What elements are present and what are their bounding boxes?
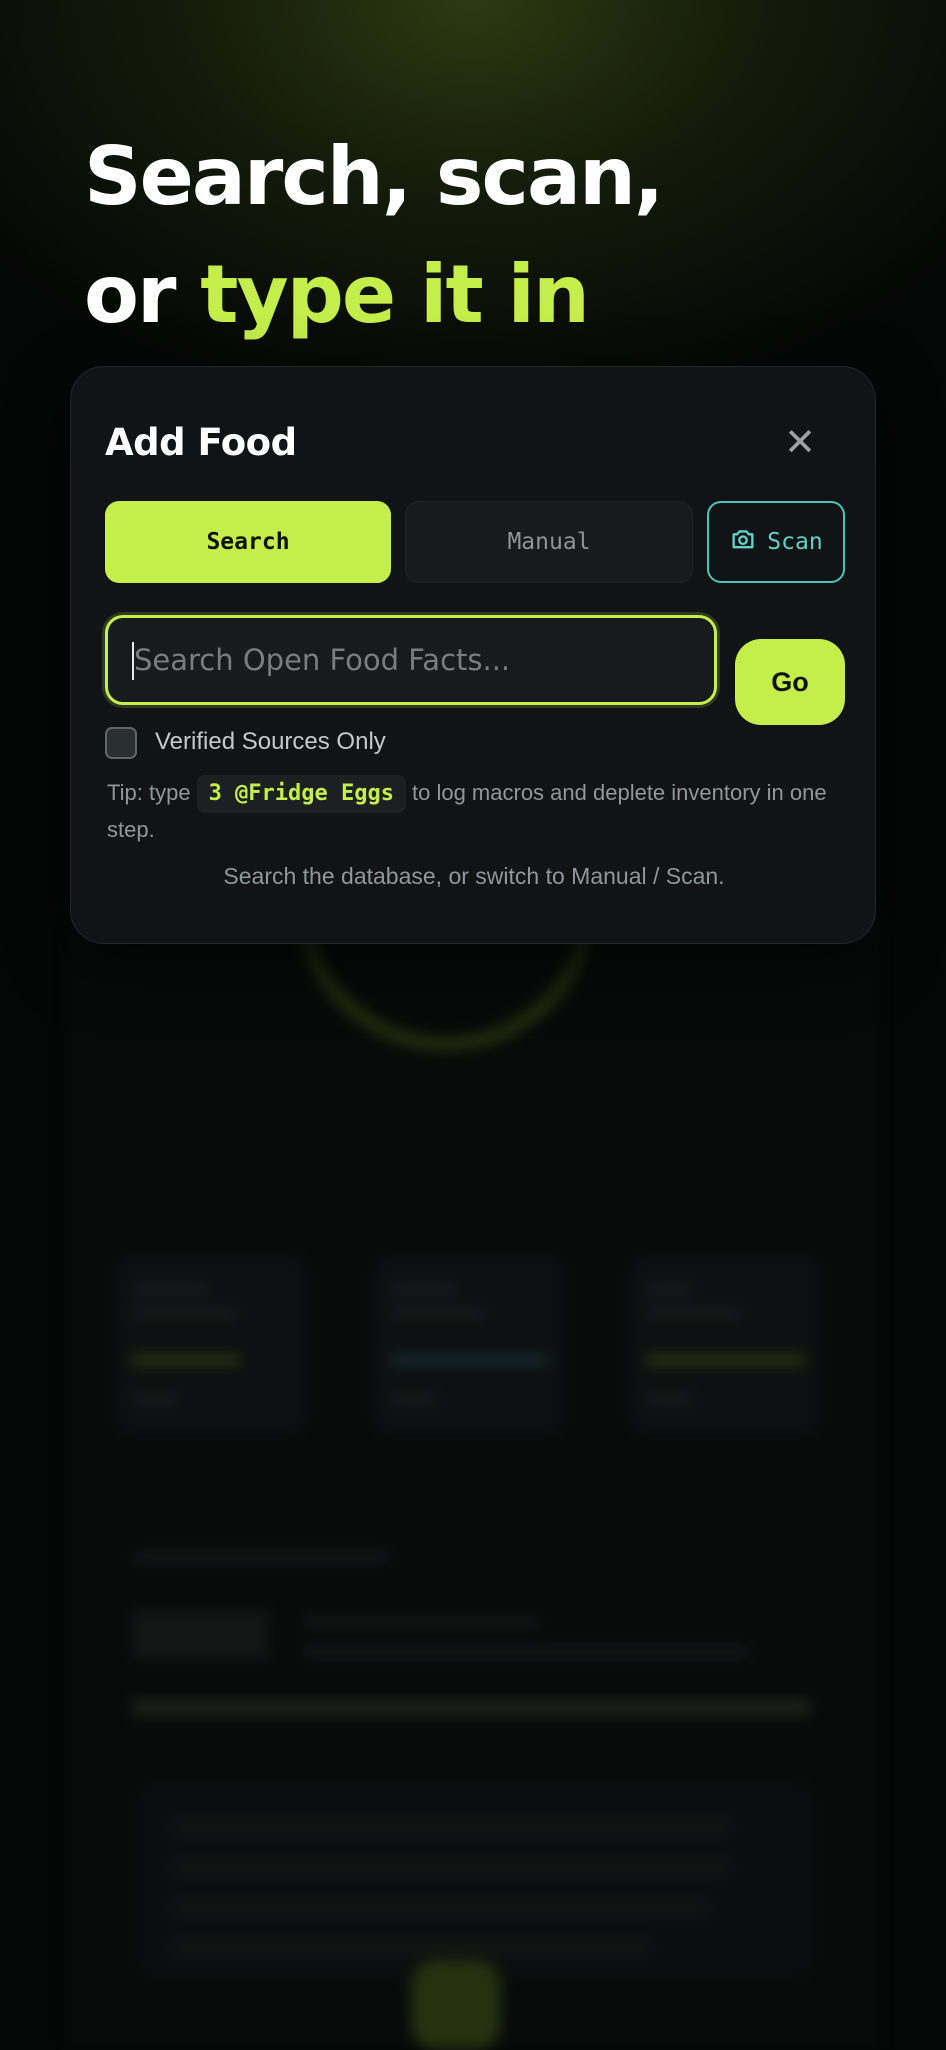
blurred-text <box>171 1860 731 1874</box>
empty-state-hint: Search the database, or switch to Manual… <box>223 863 725 889</box>
go-button-label: Go <box>771 666 809 697</box>
blurred-text <box>301 1615 541 1629</box>
tab-search-label: Search <box>206 529 290 555</box>
blurred-text <box>645 1283 695 1295</box>
headline-line-1: Search, scan, <box>84 130 664 223</box>
modal-title: Add Food <box>105 421 297 464</box>
macro-bar <box>389 1355 549 1365</box>
go-button[interactable]: Go <box>735 639 845 725</box>
macro-card <box>371 1255 567 1435</box>
hero-headline: Search, scan, or type it in <box>84 118 664 354</box>
verified-sources-label: Verified Sources Only <box>155 728 386 755</box>
tab-manual[interactable]: Manual <box>405 501 693 583</box>
blurred-text <box>171 1900 711 1914</box>
add-food-modal: Add Food ✕ Search Manual Scan Go Verifie… <box>70 366 876 944</box>
blurred-nav-button <box>411 1960 501 2050</box>
close-button[interactable]: ✕ <box>775 417 825 467</box>
macro-card <box>627 1255 823 1435</box>
blurred-text <box>171 1820 731 1834</box>
text-caret <box>132 642 134 680</box>
macro-bar <box>131 1355 241 1365</box>
macro-bar <box>645 1355 805 1365</box>
blurred-text <box>131 1393 181 1405</box>
camera-icon <box>729 525 757 559</box>
blurred-text <box>131 1550 391 1564</box>
tab-scan[interactable]: Scan <box>707 501 845 583</box>
search-input[interactable] <box>105 615 717 705</box>
blurred-text <box>389 1307 489 1319</box>
verified-sources-checkbox[interactable] <box>105 727 137 759</box>
tip-text: Tip: type 3 @Fridge Eggs to log macros and… <box>107 775 837 847</box>
tab-search[interactable]: Search <box>105 501 391 583</box>
tab-scan-label: Scan <box>767 529 823 555</box>
headline-line-2-prefix: or <box>84 248 201 341</box>
blurred-progress <box>131 1698 811 1716</box>
blurred-text <box>301 1645 751 1659</box>
headline-accent: type it in <box>200 248 590 341</box>
blurred-text <box>645 1393 695 1405</box>
blurred-text <box>171 1940 651 1954</box>
blurred-note-card <box>135 1780 815 1980</box>
blurred-text <box>131 1610 271 1660</box>
blurred-text <box>389 1283 459 1295</box>
close-icon: ✕ <box>784 421 816 464</box>
blurred-text <box>131 1283 211 1295</box>
blurred-background-app <box>70 750 878 2050</box>
tip-prefix: Tip: type <box>107 780 191 805</box>
blurred-text <box>645 1307 745 1319</box>
blurred-text <box>131 1307 241 1319</box>
blurred-text <box>389 1393 439 1405</box>
tab-manual-label: Manual <box>507 529 591 555</box>
tip-code: 3 @Fridge Eggs <box>196 775 406 813</box>
macro-card <box>113 1255 309 1435</box>
